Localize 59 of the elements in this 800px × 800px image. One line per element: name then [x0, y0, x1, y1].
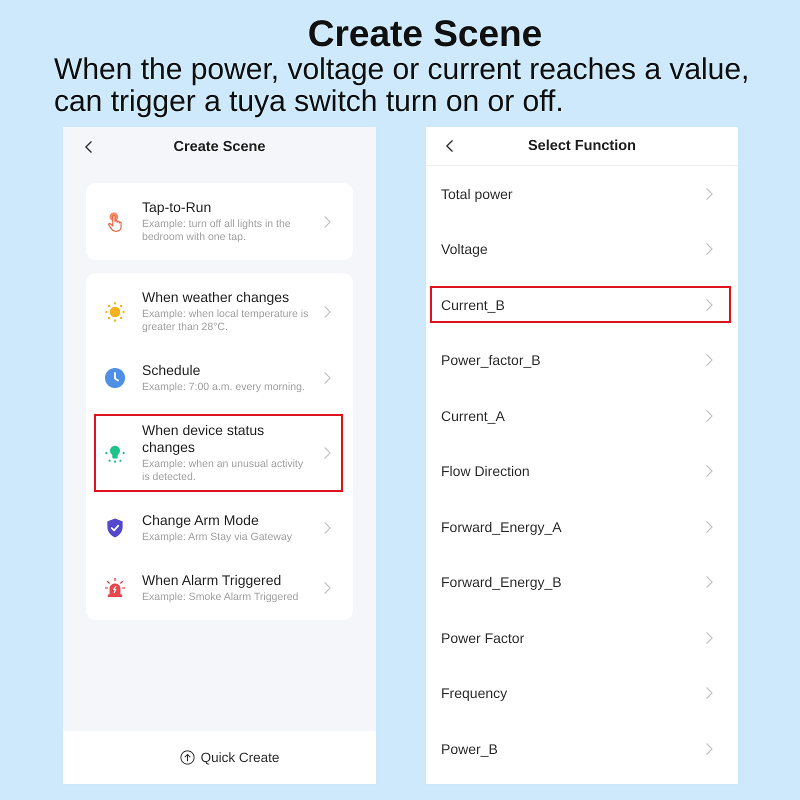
- option-title: When device status changes: [142, 422, 266, 456]
- option-title: When Alarm Triggered: [142, 572, 282, 589]
- bulb-icon: [105, 443, 125, 463]
- back-icon[interactable]: [85, 140, 92, 152]
- scene-option[interactable]: Schedule Example: 7:00 a.m. every morning.: [94, 354, 343, 402]
- option-example: Example: Arm Stay via Gateway: [142, 531, 293, 544]
- option-title: Schedule: [142, 362, 202, 379]
- function-item[interactable]: Power_factor_B: [430, 342, 731, 378]
- chevron-icon: [706, 298, 713, 310]
- scene-option[interactable]: When weather changes Example: when local temperature is greater than 28°C.: [94, 281, 343, 342]
- chevron-icon: [706, 520, 713, 532]
- screen-title: Select Function: [528, 138, 636, 154]
- function-item[interactable]: Current_A: [430, 397, 731, 434]
- option-example: Example: when local temperature is greater than 28°C.: [142, 308, 310, 334]
- function-item[interactable]: Flow Direction: [430, 452, 731, 490]
- chevron-icon: [324, 582, 331, 594]
- chevron-icon: [324, 447, 331, 459]
- function-item[interactable]: Voltage: [430, 230, 731, 268]
- option-title: Change Arm Mode: [142, 512, 260, 529]
- chevron-icon: [706, 687, 713, 699]
- function-item[interactable]: Forward_Energy_A: [430, 508, 731, 545]
- chevron-icon: [706, 465, 713, 477]
- chevron-icon: [706, 188, 713, 200]
- option-example: Example: Smoke Alarm Triggered: [142, 591, 300, 604]
- scene-option[interactable]: When device status changes Example: when an unusual activity is detected.: [94, 414, 343, 492]
- function-item[interactable]: Power Factor: [430, 619, 731, 656]
- option-title: When weather changes: [142, 289, 290, 306]
- chevron-icon: [706, 632, 713, 644]
- shield-check-icon: [105, 518, 125, 538]
- chevron-icon: [706, 243, 713, 255]
- chevron-icon: [324, 306, 331, 318]
- option-example: Example: 7:00 a.m. every morning.: [142, 381, 306, 394]
- option-title: Tap-to-Run: [142, 199, 212, 216]
- option-example: Example: turn off all lights in the bedroom with one tap.: [142, 218, 292, 244]
- chevron-icon: [324, 216, 331, 228]
- function-item[interactable]: Power_B: [430, 730, 731, 767]
- chevron-icon: [324, 372, 331, 384]
- chevron-icon: [706, 576, 713, 588]
- back-icon[interactable]: [446, 140, 453, 152]
- function-item[interactable]: Total power: [430, 175, 731, 212]
- chevron-icon: [706, 742, 713, 754]
- description-text: When the power, voltage or current reaches a value, can trigger a tuya switch turn on or off.: [54, 54, 750, 118]
- up-arrow-circle-icon: [180, 750, 195, 765]
- chevron-icon: [706, 410, 713, 422]
- function-item[interactable]: Current_B: [430, 286, 731, 323]
- sun-icon: [105, 302, 125, 322]
- function-item[interactable]: Frequency: [430, 674, 731, 712]
- scene-option[interactable]: When Alarm Triggered Example: Smoke Alarm Triggered: [94, 564, 343, 612]
- function-item[interactable]: Forward_Energy_B: [430, 564, 731, 600]
- scene-option[interactable]: Tap-to-Run Example: turn off all lights in the bedroom with one tap.: [94, 191, 343, 252]
- chevron-icon: [706, 354, 713, 366]
- chevron-icon: [324, 522, 331, 534]
- option-example: Example: when an unusual activity is detected.: [142, 458, 304, 484]
- quick-create-button[interactable]: Quick Create: [176, 748, 284, 767]
- scene-option[interactable]: Change Arm Mode Example: Arm Stay via Gateway: [94, 504, 343, 552]
- clock-icon: [105, 368, 125, 388]
- alarm-siren-icon: [105, 578, 125, 598]
- screen-title: Create Scene: [174, 138, 266, 154]
- page-title: Create Scene: [306, 14, 544, 54]
